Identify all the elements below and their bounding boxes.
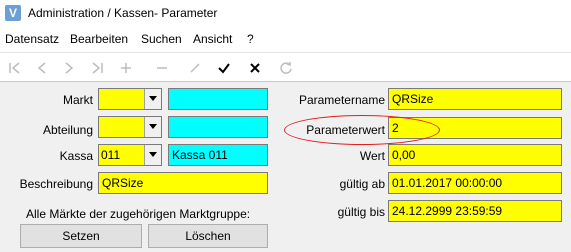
- chevron-down-icon: [149, 152, 157, 157]
- window-title: Administration / Kassen- Parameter: [28, 6, 218, 20]
- menu-bearbeiten[interactable]: Bearbeiten: [70, 31, 128, 49]
- post-record-icon[interactable]: [214, 58, 234, 78]
- insert-record-icon[interactable]: [116, 58, 136, 78]
- menu-help[interactable]: ?: [247, 31, 254, 49]
- loeschen-button[interactable]: Löschen: [148, 224, 268, 248]
- menu-suchen[interactable]: Suchen: [141, 31, 182, 49]
- setzen-button[interactable]: Setzen: [20, 224, 142, 248]
- kassa-dropdown-button[interactable]: [144, 145, 161, 165]
- parametername-label: Parametername: [298, 93, 385, 107]
- wert-field[interactable]: 0,00: [388, 144, 562, 166]
- edit-record-icon[interactable]: [185, 58, 205, 78]
- markt-label: Markt: [63, 93, 93, 107]
- first-record-icon[interactable]: [5, 58, 25, 78]
- gueltig-ab-label: gültig ab: [339, 177, 385, 191]
- parameterwert-field[interactable]: 2: [388, 117, 562, 139]
- markt-dropdown-button[interactable]: [144, 89, 161, 109]
- refresh-icon[interactable]: [276, 58, 296, 78]
- navigator-toolbar: [0, 52, 571, 82]
- abteilung-combo[interactable]: [98, 116, 162, 138]
- cancel-record-icon[interactable]: [245, 58, 265, 78]
- app-icon: V: [5, 5, 21, 21]
- kassa-combo[interactable]: 011: [98, 144, 162, 166]
- kassa-label: Kassa: [59, 149, 93, 163]
- menu-ansicht[interactable]: Ansicht: [193, 31, 232, 49]
- delete-record-icon[interactable]: [152, 58, 172, 78]
- chevron-down-icon: [149, 96, 157, 101]
- last-record-icon[interactable]: [87, 58, 107, 78]
- title-bar: V Administration / Kassen- Parameter: [0, 0, 571, 27]
- wert-label: Wert: [359, 149, 385, 163]
- abteilung-name-field[interactable]: [168, 116, 268, 138]
- kassa-name-field[interactable]: Kassa 011: [168, 144, 268, 166]
- menu-bar: Datensatz Bearbeiten Suchen Ansicht ?: [0, 31, 571, 49]
- abteilung-dropdown-button[interactable]: [144, 117, 161, 137]
- parameterwert-label: Parameterwert: [306, 123, 385, 137]
- gueltig-ab-field[interactable]: 01.01.2017 00:00:00: [388, 172, 562, 194]
- abteilung-label: Abteilung: [42, 123, 93, 137]
- chevron-down-icon: [149, 124, 157, 129]
- prev-record-icon[interactable]: [32, 58, 52, 78]
- beschreibung-field[interactable]: QRSize: [98, 172, 268, 194]
- markt-name-field[interactable]: [168, 88, 268, 110]
- beschreibung-label: Beschreibung: [19, 177, 93, 191]
- menu-datensatz[interactable]: Datensatz: [5, 31, 59, 49]
- next-record-icon[interactable]: [59, 58, 79, 78]
- parametername-field[interactable]: QRSize: [388, 88, 562, 110]
- gueltig-bis-label: gültig bis: [337, 205, 385, 219]
- kassa-combo-value: 011: [101, 148, 121, 162]
- group-note: Alle Märkte der zugehörigen Marktgruppe:: [26, 207, 251, 221]
- gueltig-bis-field[interactable]: 24.12.2999 23:59:59: [388, 200, 562, 222]
- markt-combo[interactable]: [98, 88, 162, 110]
